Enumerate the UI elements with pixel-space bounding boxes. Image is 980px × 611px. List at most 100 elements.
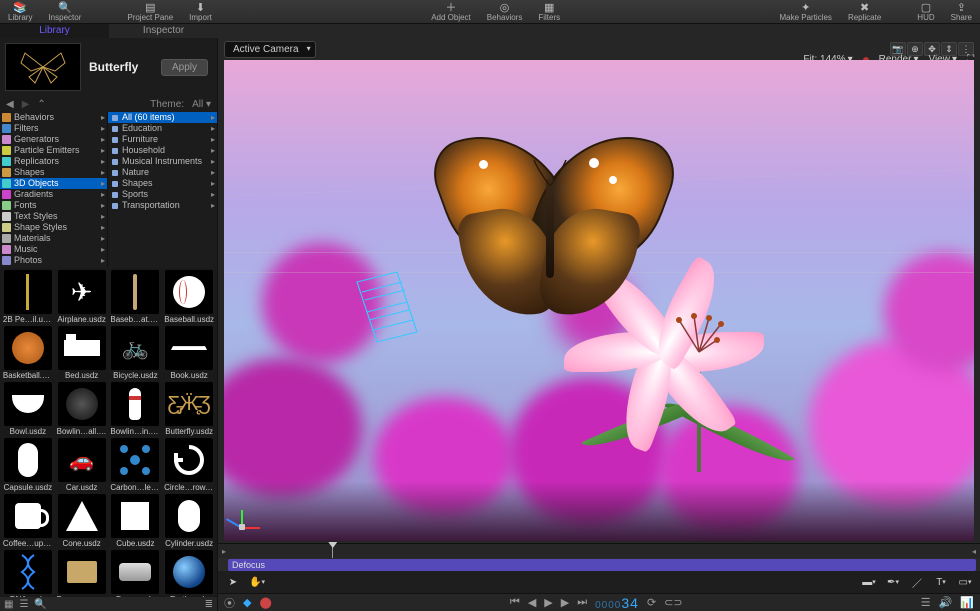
category-materials[interactable]: Materials▸ <box>0 233 107 244</box>
category-3d-objects[interactable]: 3D Objects▸ <box>0 178 107 189</box>
text-tool-icon[interactable]: T <box>932 575 950 589</box>
asset-carrow[interactable]: Circle…row.usdz <box>163 438 215 492</box>
subcategory-transportation[interactable]: Transportation▸ <box>108 200 217 211</box>
asset-pencil[interactable]: 2B Pe…il.usdz <box>2 270 54 324</box>
layers-icon[interactable]: ☰ <box>921 596 931 609</box>
asset-cone[interactable]: Cone.usdz <box>56 494 108 548</box>
subcategory-all-60-items-[interactable]: All (60 items)▸ <box>108 112 217 123</box>
category-replicators[interactable]: Replicators▸ <box>0 156 107 167</box>
theme-dropdown[interactable]: All ▾ <box>192 99 211 110</box>
share-button[interactable]: ⇪Share <box>943 0 980 24</box>
asset-bowl[interactable]: Bowl.usdz <box>2 382 54 436</box>
audio-icon[interactable]: 🔊 <box>939 596 953 609</box>
apply-button[interactable]: Apply <box>161 59 208 76</box>
loop-icon[interactable]: ⟳ <box>647 596 656 609</box>
columns-icon[interactable]: ≣ <box>205 599 213 610</box>
asset-plane[interactable]: ✈Airplane.usdz <box>56 270 108 324</box>
path-up-icon[interactable]: ⌃ <box>37 99 45 110</box>
rect-tool-icon[interactable]: ▬ <box>860 575 878 589</box>
category-filters[interactable]: Filters▸ <box>0 123 107 134</box>
butterfly-object[interactable] <box>434 118 684 338</box>
import-button[interactable]: ⬇Import <box>181 0 220 24</box>
asset-car[interactable]: 🚗Car.usdz <box>56 438 108 492</box>
subcategory-education[interactable]: Education▸ <box>108 123 217 134</box>
category-particle-emitters[interactable]: Particle Emitters▸ <box>0 145 107 156</box>
category-behaviors[interactable]: Behaviors▸ <box>0 112 107 123</box>
project-pane-button[interactable]: ▤Project Pane <box>119 0 181 24</box>
filters-button[interactable]: ▦Filters <box>530 0 568 24</box>
pen-tool-icon[interactable]: ✒ <box>884 575 902 589</box>
asset-cube[interactable]: Cube.usdz <box>110 494 162 548</box>
asset-folder[interactable]: Docum…er.usdz <box>56 550 108 597</box>
asset-mug[interactable]: Coffee…up.usdz <box>2 494 54 548</box>
goto-end-icon[interactable]: ⏭ <box>577 596 587 609</box>
view-list-icon[interactable]: ☰ <box>19 599 28 610</box>
category-shape-styles[interactable]: Shape Styles▸ <box>0 222 107 233</box>
asset-basketball[interactable]: Basketball.usdz <box>2 326 54 380</box>
asset-bat[interactable]: Baseb…at.usdz <box>110 270 162 324</box>
library-button[interactable]: 📚Library <box>0 0 40 24</box>
line-tool-icon[interactable]: ／ <box>908 575 926 589</box>
pan-tool-icon[interactable]: ✋ <box>248 575 266 589</box>
asset-drum[interactable]: Drum.usdz <box>110 550 162 597</box>
asset-dna[interactable]: DNA.usdz <box>2 550 54 597</box>
replicate-button[interactable]: ✖Replicate <box>840 0 889 24</box>
mask-tool-icon[interactable]: ▭ <box>956 575 974 589</box>
category-generators[interactable]: Generators▸ <box>0 134 107 145</box>
forward-icon[interactable]: ▶ <box>22 99 30 110</box>
category-photos[interactable]: Photos▸ <box>0 255 107 266</box>
asset-cyl[interactable]: Cylinder.usdz <box>163 494 215 548</box>
category-music[interactable]: Music▸ <box>0 244 107 255</box>
clip-defocus[interactable]: Defocus <box>228 559 976 571</box>
category-text-styles[interactable]: Text Styles▸ <box>0 211 107 222</box>
asset-bball[interactable]: Bowlin…all.usdz <box>56 382 108 436</box>
play-icon[interactable]: ▶ <box>544 596 552 609</box>
keyframe-editor-icon[interactable]: 📊 <box>960 596 974 609</box>
asset-thumb-bed <box>58 326 106 370</box>
inspector-button[interactable]: 🔍Inspector <box>40 0 89 24</box>
subcategory-furniture[interactable]: Furniture▸ <box>108 134 217 145</box>
viewport[interactable] <box>224 60 974 541</box>
asset-thumb-baseball <box>165 270 213 314</box>
asset-book[interactable]: Book.usdz <box>163 326 215 380</box>
arrow-tool-icon[interactable]: ➤ <box>224 575 242 589</box>
timing-icon[interactable]: ⦿ <box>224 595 235 611</box>
loop-range-icon[interactable]: ⊂⊃ <box>664 596 682 609</box>
view-grid-icon[interactable]: ▦ <box>4 599 13 610</box>
goto-start-icon[interactable]: ⏮ <box>510 596 520 609</box>
hud-button[interactable]: ▢HUD <box>909 0 942 24</box>
tab-library[interactable]: Library <box>0 24 109 38</box>
asset-molecule[interactable]: Carbon…le.usdz <box>110 438 162 492</box>
subcategory-musical-instruments[interactable]: Musical Instruments▸ <box>108 156 217 167</box>
timecode[interactable]: 000034 <box>595 595 639 611</box>
asset-thumb-pin <box>111 382 159 426</box>
hud-icon: ▢ <box>921 2 931 13</box>
subcategory-nature[interactable]: Nature▸ <box>108 167 217 178</box>
make-particles-button[interactable]: ✦Make Particles <box>771 0 839 24</box>
keyframe-icon[interactable]: ◆ <box>243 596 251 609</box>
timeline-ruler[interactable]: ▸ ◂ <box>218 544 980 558</box>
next-frame-icon[interactable]: ▶ <box>561 596 569 609</box>
search-icon[interactable]: 🔍 <box>34 599 46 610</box>
subcategory-shapes[interactable]: Shapes▸ <box>108 178 217 189</box>
subcategory-household[interactable]: Household▸ <box>108 145 217 156</box>
subcategory-sports[interactable]: Sports▸ <box>108 189 217 200</box>
asset-bed[interactable]: Bed.usdz <box>56 326 108 380</box>
asset-bfly[interactable]: Ƹ̵̡Ӝ̵̨̄ƷButterfly.usdz <box>163 382 215 436</box>
asset-baseball[interactable]: Baseball.usdz <box>163 270 215 324</box>
behaviors-button[interactable]: ◎Behaviors <box>479 0 531 24</box>
asset-capsule[interactable]: Capsule.usdz <box>2 438 54 492</box>
record-icon[interactable]: ⬤ <box>259 596 271 609</box>
timeline-track[interactable]: Defocus <box>218 558 980 572</box>
prev-frame-icon[interactable]: ◀ <box>528 596 536 609</box>
asset-pin[interactable]: Bowlin…in.usdz <box>110 382 162 436</box>
add-object-button[interactable]: ＋Add Object <box>423 0 479 24</box>
tab-inspector[interactable]: Inspector <box>109 24 218 38</box>
camera-dropdown[interactable]: Active Camera <box>224 41 316 58</box>
back-icon[interactable]: ◀ <box>6 99 14 110</box>
category-fonts[interactable]: Fonts▸ <box>0 200 107 211</box>
category-gradients[interactable]: Gradients▸ <box>0 189 107 200</box>
asset-earth[interactable]: Earth.usdz <box>163 550 215 597</box>
asset-bike[interactable]: 🚲Bicycle.usdz <box>110 326 162 380</box>
category-shapes[interactable]: Shapes▸ <box>0 167 107 178</box>
